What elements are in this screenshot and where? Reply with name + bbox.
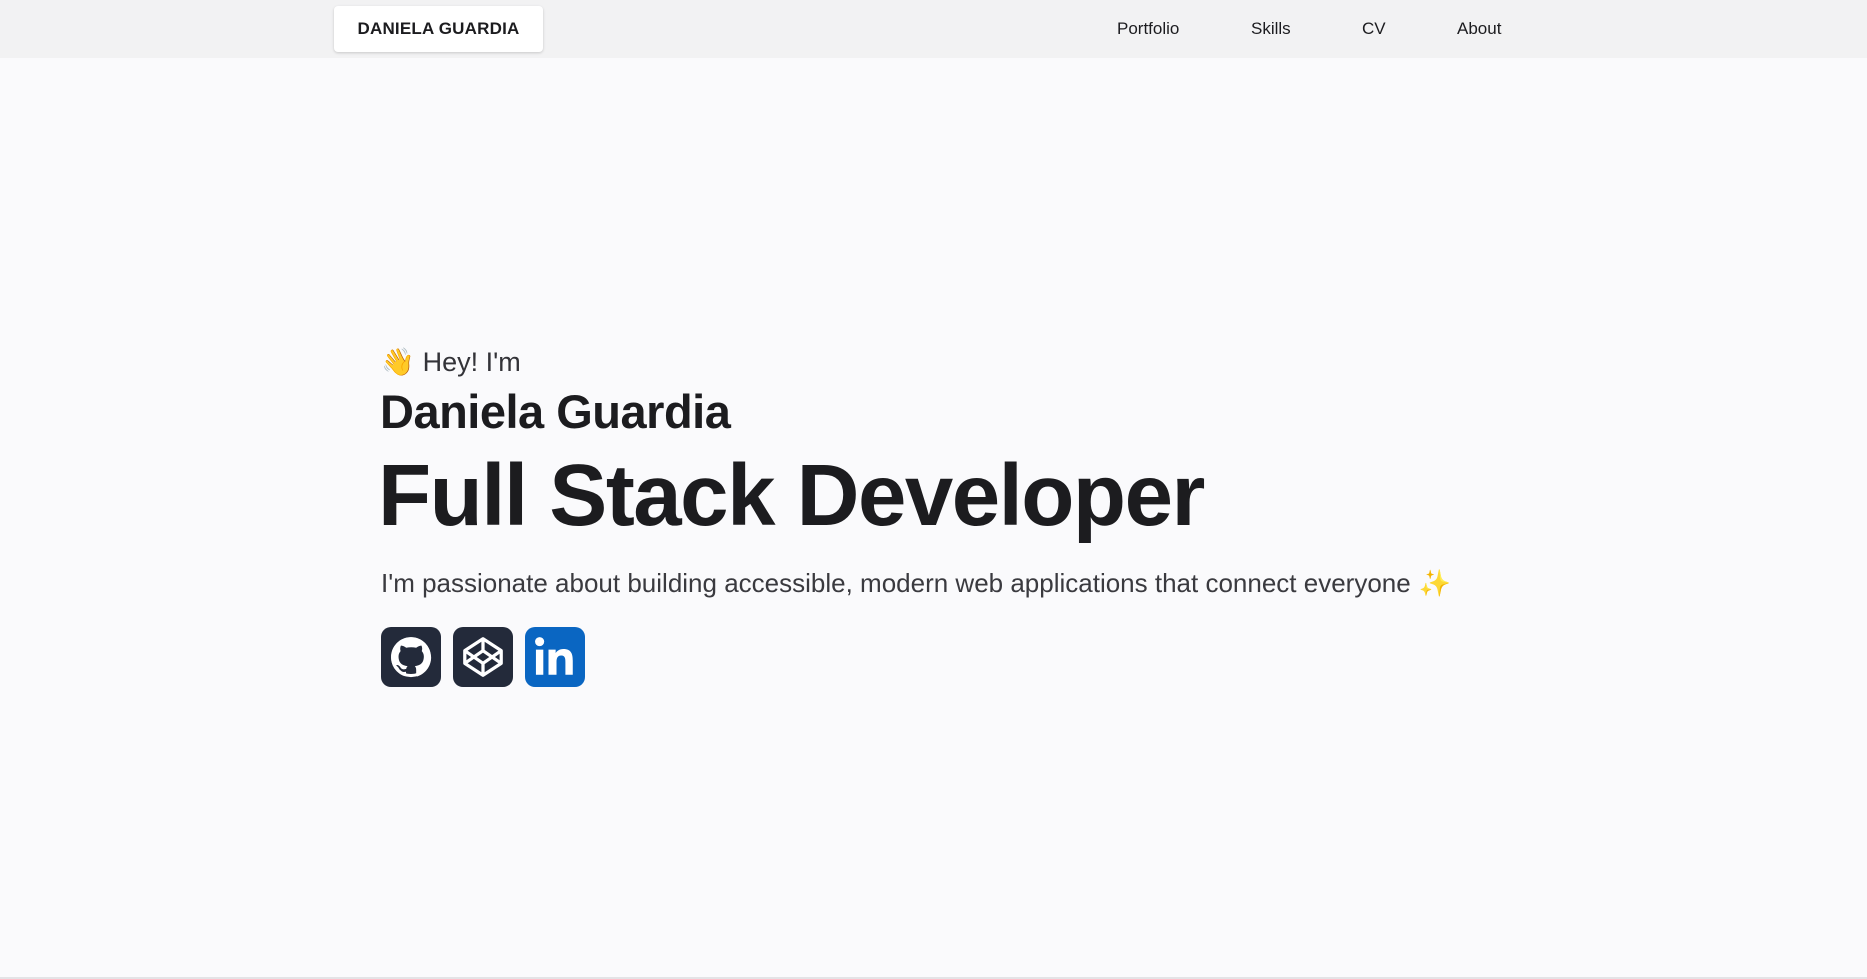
social-links [381,627,585,687]
linkedin-icon [535,637,573,675]
codepen-link[interactable] [453,627,513,687]
nav-link-portfolio[interactable]: Portfolio [1117,18,1179,40]
hero-role-title: Full Stack Developer [378,447,1205,544]
tagline-text: I'm passionate about building accessible… [381,568,1411,598]
brand-logo-button[interactable]: DANIELA GUARDIA [334,6,543,52]
sparkles-icon: ✨ [1418,568,1452,598]
greeting-text: Hey! I'm [422,346,521,377]
linkedin-link[interactable] [525,627,585,687]
hero-tagline: I'm passionate about building accessible… [381,568,1451,599]
github-link[interactable] [381,627,441,687]
github-icon [391,637,432,678]
nav-link-skills[interactable]: Skills [1251,18,1291,40]
codepen-icon [463,637,503,677]
nav-link-about[interactable]: About [1457,18,1501,40]
top-navbar: DANIELA GUARDIA Portfolio Skills CV Abou… [0,0,1867,58]
waving-hand-icon: 👋 [381,346,415,377]
hero-greeting: 👋 Hey! I'm [381,344,521,380]
hero-name: Daniela Guardia [380,385,731,438]
nav-link-cv[interactable]: CV [1362,18,1386,40]
